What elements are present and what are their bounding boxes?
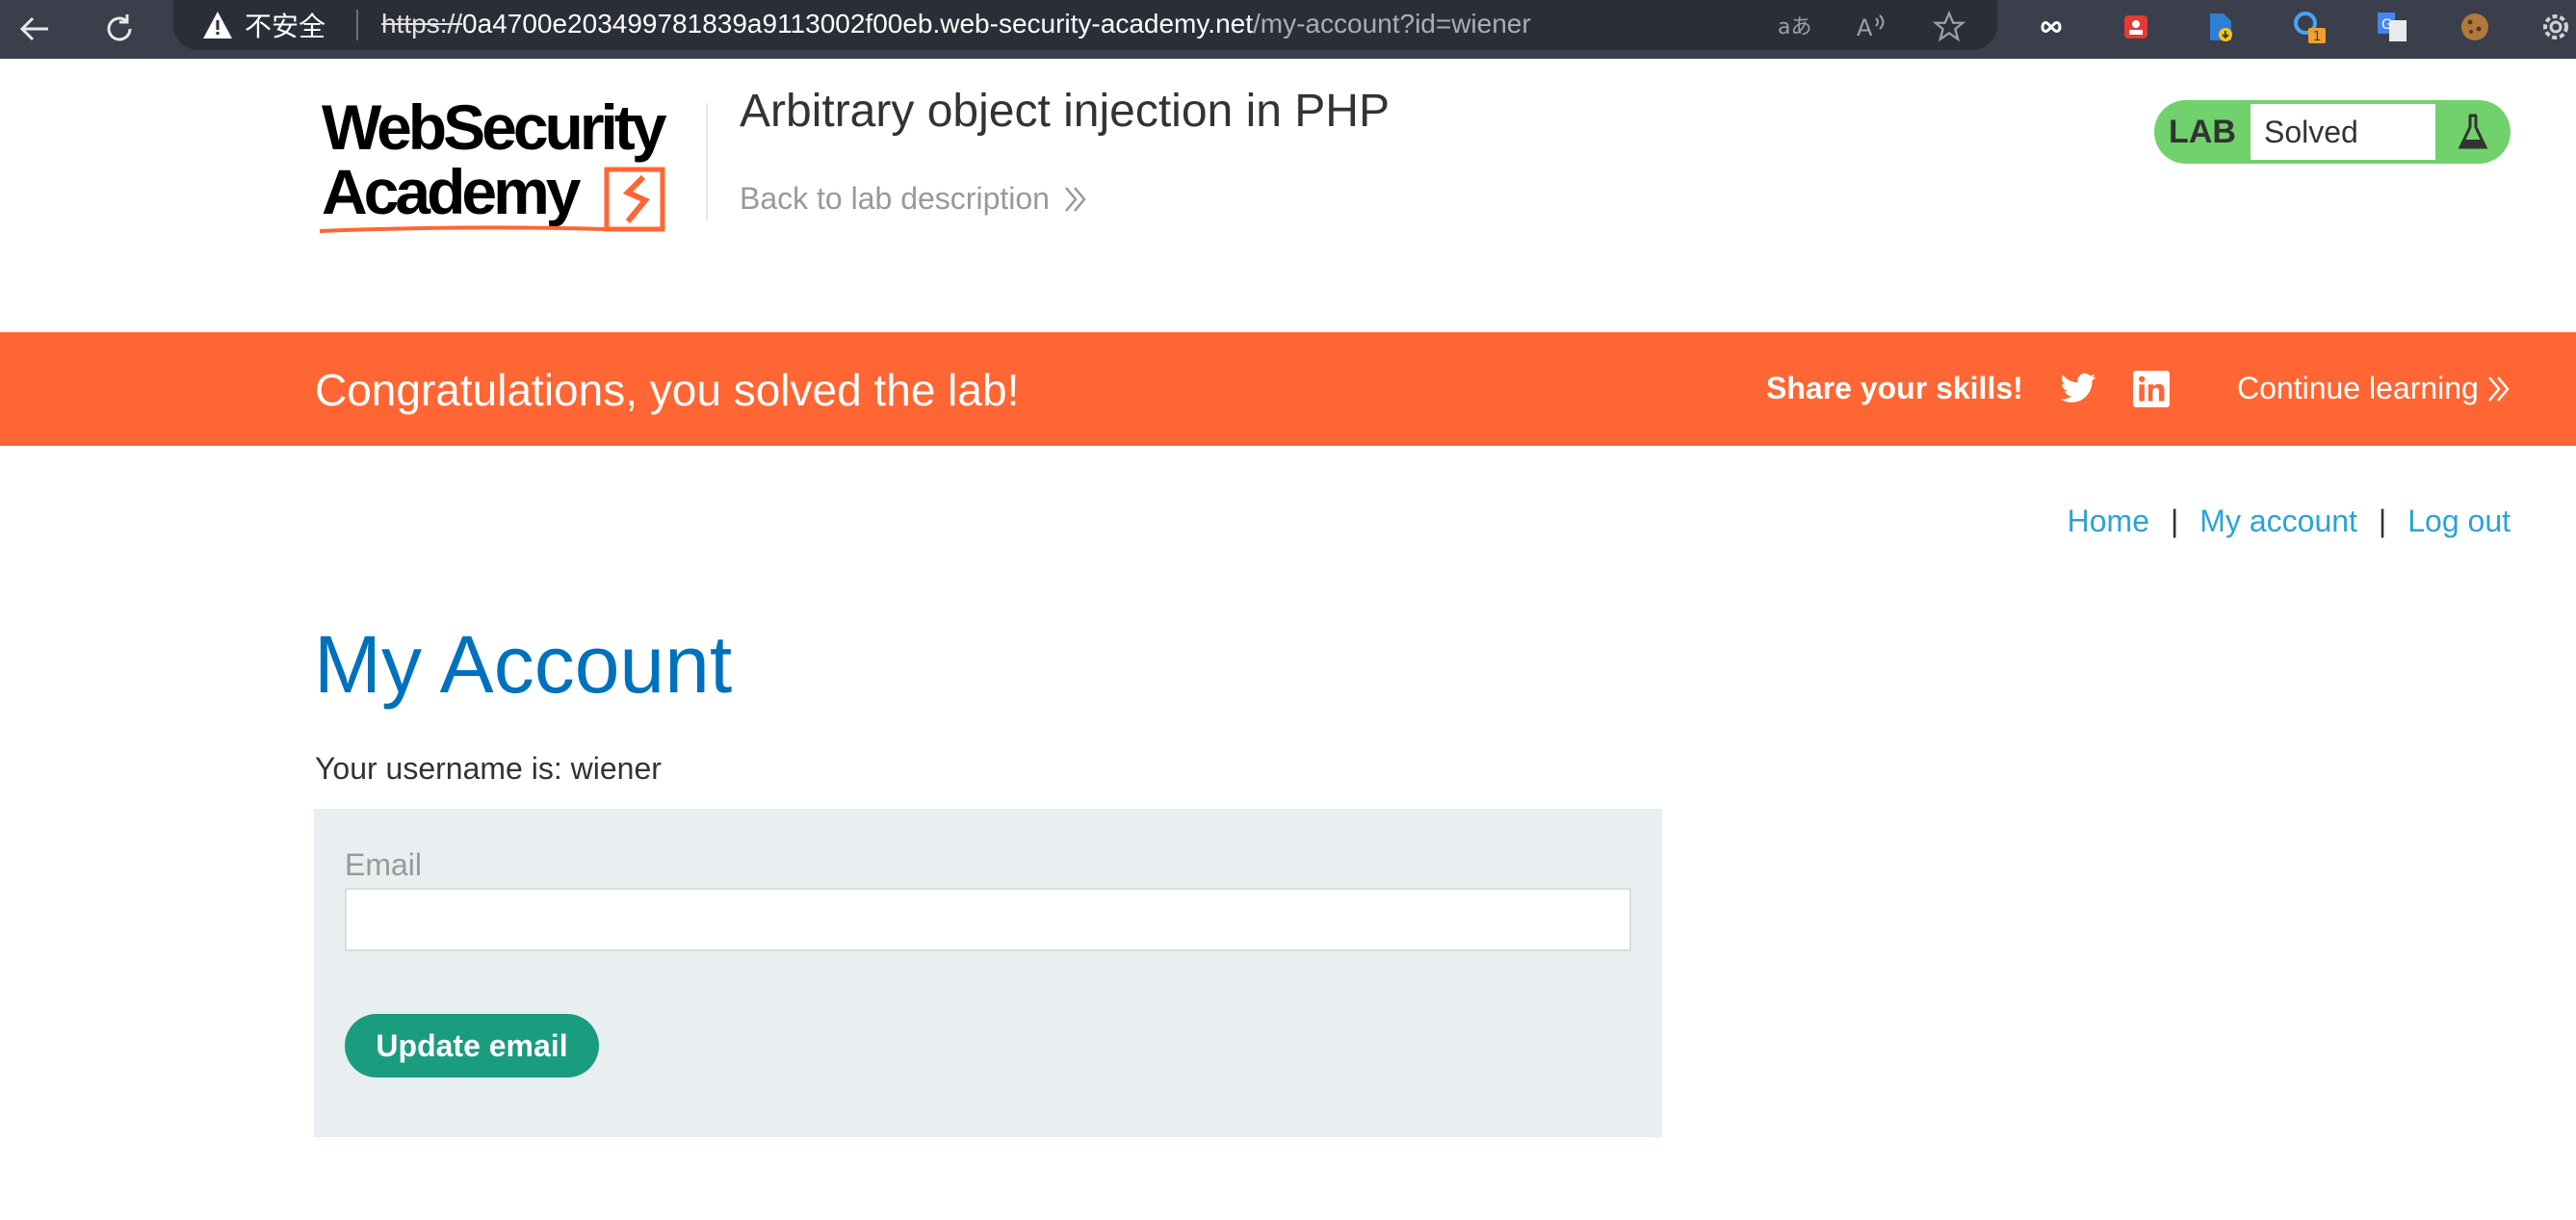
lab-status-badge: LAB Solved xyxy=(2154,100,2511,164)
logo-line-1: WebSecurity xyxy=(322,96,667,163)
continue-learning-label: Continue learning xyxy=(2237,371,2479,405)
account-navigation: Home | My account | Log out xyxy=(2068,504,2511,539)
google-translate-icon[interactable]: G xyxy=(2371,6,2413,48)
refresh-icon[interactable] xyxy=(96,6,143,52)
infinity-extension-icon[interactable] xyxy=(2030,6,2072,48)
logo-line-2: Academy xyxy=(322,156,582,227)
header-divider xyxy=(706,103,708,221)
address-divider xyxy=(356,10,358,40)
double-chevron-right-icon xyxy=(1064,186,1086,212)
browser-toolbar: 不安全 https://0a4700e203499781839a9113002f… xyxy=(0,0,2576,59)
cookie-icon[interactable] xyxy=(2454,6,2496,48)
star-icon[interactable] xyxy=(1928,6,1970,48)
email-label: Email xyxy=(345,847,423,882)
translate-icon[interactable]: aあ xyxy=(1774,6,1816,48)
double-chevron-right-icon xyxy=(2487,376,2510,402)
update-email-button[interactable]: Update email xyxy=(345,1014,599,1077)
solved-banner: Congratulations, you solved the lab! Sha… xyxy=(0,332,2576,446)
flask-icon xyxy=(2435,113,2511,151)
lab-badge-status: Solved xyxy=(2251,104,2435,160)
username-text: Your username is: wiener xyxy=(315,751,662,786)
svg-text:A: A xyxy=(1857,14,1873,41)
home-link[interactable]: Home xyxy=(2068,504,2149,539)
back-link-label: Back to lab description xyxy=(740,181,1050,216)
url-text[interactable]: https://0a4700e203499781839a9113002f00eb… xyxy=(381,9,1531,39)
lab-title: Arbitrary object injection in PHP xyxy=(740,86,1390,137)
congratulations-message: Congratulations, you solved the lab! xyxy=(315,365,1020,415)
svg-text:aあ: aあ xyxy=(1778,15,1811,39)
red-extension-icon[interactable] xyxy=(2115,6,2157,48)
linkedin-icon[interactable] xyxy=(2131,369,2172,409)
read-aloud-icon[interactable]: A xyxy=(1851,6,1893,48)
nav-separator: | xyxy=(2170,504,2179,538)
security-indicator[interactable]: 不安全 xyxy=(202,10,325,42)
settings-gear-icon[interactable] xyxy=(2535,6,2576,48)
nav-separator: | xyxy=(2378,504,2387,538)
svg-text:G: G xyxy=(2381,17,2392,33)
share-skills-label: Share your skills! xyxy=(1766,371,2023,405)
back-to-lab-description-link[interactable]: Back to lab description xyxy=(740,181,1088,217)
search-extension-icon[interactable]: 1 xyxy=(2288,6,2330,48)
extension-badge: 1 xyxy=(2313,30,2321,44)
file-download-icon[interactable] xyxy=(2199,6,2242,48)
url-scheme: https:// xyxy=(381,9,463,39)
warning-icon xyxy=(203,12,232,39)
web-security-academy-logo[interactable]: WebSecurity Academy xyxy=(318,91,703,241)
change-email-form: Email Update email xyxy=(314,809,1662,1137)
address-bar[interactable]: 不安全 https://0a4700e203499781839a9113002f… xyxy=(173,0,1997,50)
url-host: 0a4700e203499781839a9113002f00eb.web-sec… xyxy=(462,9,1253,39)
page-title: My Account xyxy=(314,619,733,710)
url-path: /my-account?id=wiener xyxy=(1253,9,1531,39)
back-arrow-icon[interactable] xyxy=(12,6,58,52)
security-label: 不安全 xyxy=(245,11,326,42)
twitter-icon[interactable] xyxy=(2058,369,2098,409)
log-out-link[interactable]: Log out xyxy=(2407,504,2511,539)
lab-badge-label: LAB xyxy=(2169,113,2236,150)
my-account-link[interactable]: My account xyxy=(2199,504,2357,539)
continue-learning-link[interactable]: Continue learning xyxy=(2237,371,2511,406)
email-input[interactable] xyxy=(345,888,1631,951)
